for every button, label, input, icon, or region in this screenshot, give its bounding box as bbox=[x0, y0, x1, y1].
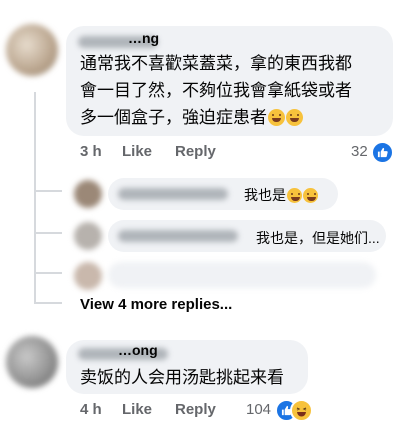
reply-button[interactable]: Reply bbox=[175, 143, 216, 160]
like-button[interactable]: Like bbox=[122, 401, 152, 418]
avatar[interactable] bbox=[6, 24, 58, 76]
reaction-count[interactable]: 32 bbox=[351, 143, 368, 160]
like-button[interactable]: Like bbox=[122, 143, 152, 160]
author-name[interactable] bbox=[118, 188, 228, 200]
comment-text-line: 會一目了然，不夠位我會拿紙袋或者 bbox=[80, 81, 352, 100]
thread-branch bbox=[34, 190, 62, 192]
thread-branch bbox=[34, 272, 62, 274]
avatar[interactable] bbox=[74, 180, 102, 208]
laugh-cry-emoji-icon bbox=[287, 188, 302, 203]
avatar[interactable] bbox=[74, 262, 102, 290]
reply-text-content: 我也是 bbox=[244, 187, 286, 203]
avatar[interactable] bbox=[74, 222, 102, 250]
timestamp[interactable]: 4 h bbox=[80, 401, 102, 418]
thread-line bbox=[34, 92, 36, 302]
author-name-tail: …ong bbox=[118, 342, 158, 358]
like-reaction-icon[interactable] bbox=[371, 141, 394, 164]
comment-text: 多一個盒子，強迫症患者 bbox=[80, 108, 267, 127]
reply-bubble bbox=[108, 262, 376, 288]
avatar[interactable] bbox=[6, 336, 58, 388]
reply-text: 我也是 bbox=[244, 185, 318, 205]
laugh-cry-emoji-icon bbox=[303, 188, 318, 203]
reply-text: 我也是，但是她们... bbox=[256, 230, 380, 246]
grin-emoji-icon bbox=[268, 109, 285, 126]
author-name-tail: …ng bbox=[128, 30, 160, 46]
timestamp[interactable]: 3 h bbox=[80, 143, 102, 160]
reply-button[interactable]: Reply bbox=[175, 401, 216, 418]
view-more-replies-link[interactable]: View 4 more replies... bbox=[80, 296, 232, 313]
grin-emoji-icon bbox=[286, 109, 303, 126]
comment-text-line: 通常我不喜歡菜蓋菜，拿的東西我都 bbox=[80, 54, 352, 73]
comment-text-line: 多一個盒子，強迫症患者 bbox=[80, 105, 303, 131]
comment-actions: 3 h Like Reply bbox=[80, 143, 280, 163]
reaction-count[interactable]: 104 bbox=[246, 401, 271, 418]
haha-reaction-icon[interactable] bbox=[290, 399, 313, 422]
thread-branch bbox=[34, 232, 62, 234]
thread-branch bbox=[34, 302, 62, 304]
author-name[interactable] bbox=[118, 230, 238, 242]
comment-text: 卖饭的人会用汤匙挑起来看 bbox=[80, 368, 284, 387]
